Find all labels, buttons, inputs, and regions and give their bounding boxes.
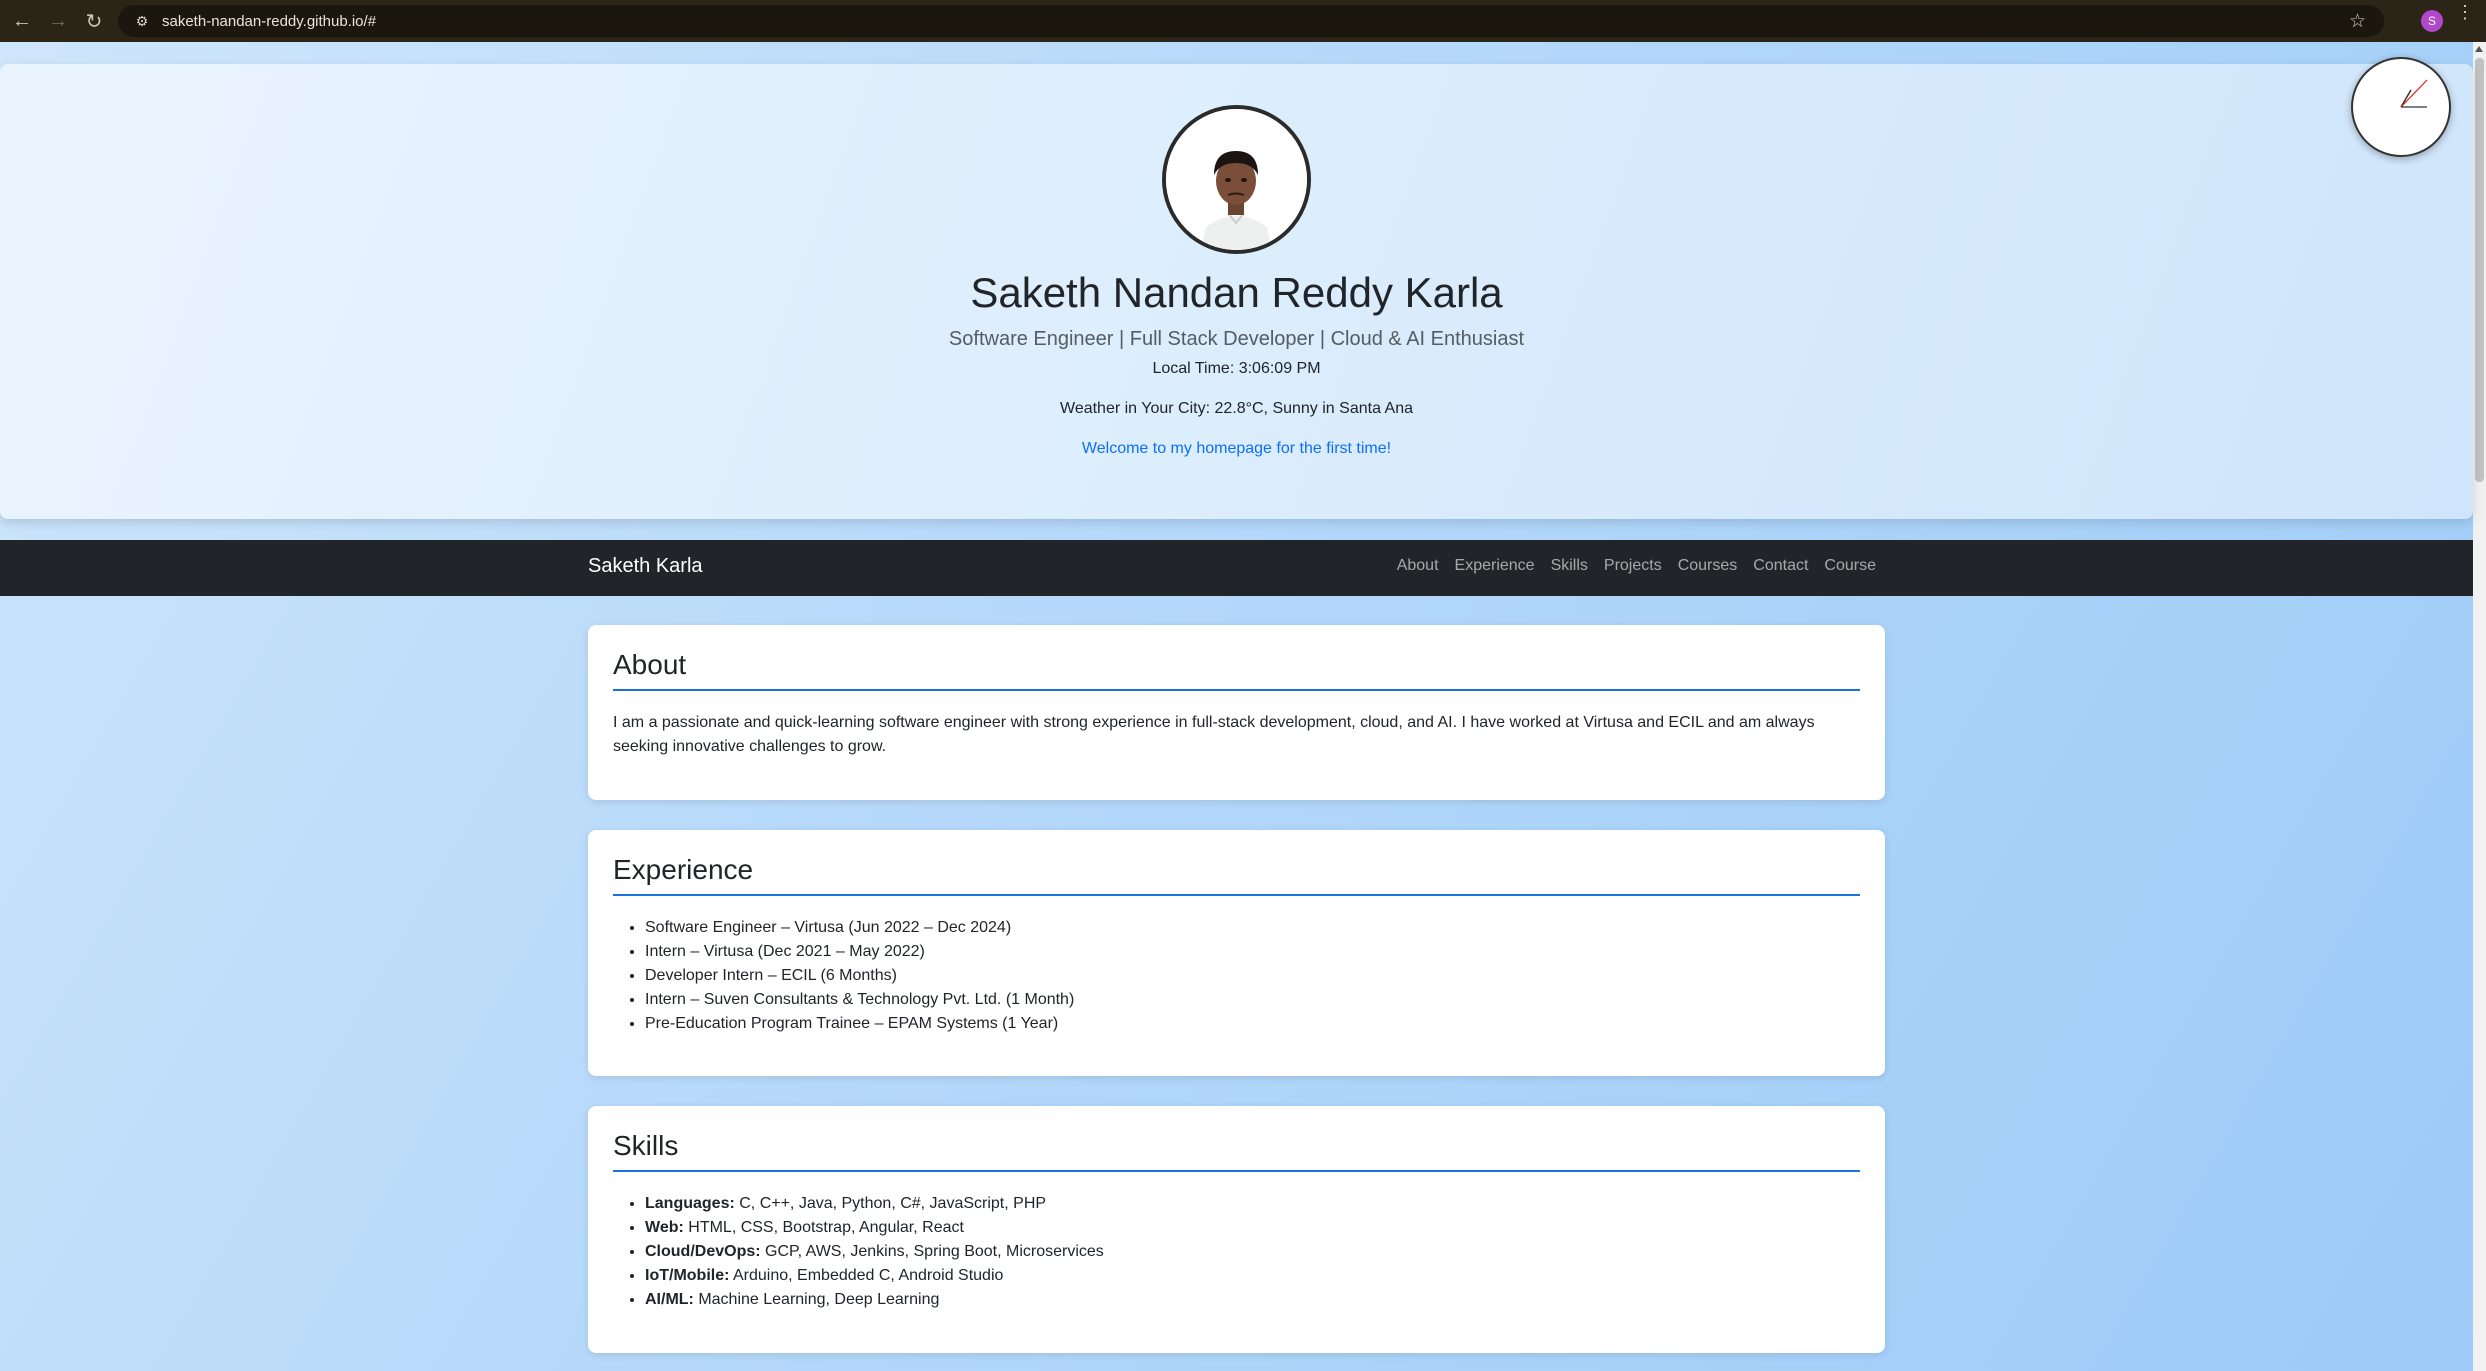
skills-section: Skills Languages: C, C++, Java, Python, … — [588, 1106, 1885, 1353]
clock-second-hand — [2400, 79, 2428, 108]
reload-icon[interactable]: ↻ — [76, 3, 112, 39]
skill-values: HTML, CSS, Bootstrap, Angular, React — [683, 1219, 964, 1236]
experience-section: Experience Software Engineer – Virtusa (… — [588, 830, 1885, 1076]
address-bar[interactable]: ⚙ saketh-nandan-reddy.github.io/# ☆ — [118, 5, 2384, 37]
list-item: IoT/Mobile: Arduino, Embedded C, Android… — [645, 1264, 1860, 1288]
nav-link-contact[interactable]: Contact — [1753, 557, 1808, 575]
list-item: Intern – Suven Consultants & Technology … — [645, 988, 1860, 1012]
page-scrollbar[interactable] — [2473, 42, 2486, 1371]
nav-link-skills[interactable]: Skills — [1551, 557, 1588, 575]
skills-heading: Skills — [613, 1130, 1860, 1172]
skills-list: Languages: C, C++, Java, Python, C#, Jav… — [613, 1192, 1860, 1312]
profile-header: Saketh Nandan Reddy Karla Software Engin… — [0, 64, 2473, 519]
about-heading: About — [613, 649, 1860, 691]
experience-heading: Experience — [613, 854, 1860, 896]
profile-avatar[interactable]: S — [2421, 10, 2443, 32]
list-item: Cloud/DevOps: GCP, AWS, Jenkins, Spring … — [645, 1240, 1860, 1264]
list-item: AI/ML: Machine Learning, Deep Learning — [645, 1288, 1860, 1312]
skill-values: GCP, AWS, Jenkins, Spring Boot, Microser… — [760, 1243, 1104, 1260]
browser-menu-icon[interactable]: ⋮ — [2456, 3, 2474, 21]
tagline: Software Engineer | Full Stack Developer… — [948, 328, 1525, 350]
skill-category: Languages: — [645, 1195, 735, 1212]
nav-link-experience[interactable]: Experience — [1455, 557, 1535, 575]
skill-values: Arduino, Embedded C, Android Studio — [729, 1267, 1004, 1284]
list-item: Software Engineer – Virtusa (Jun 2022 – … — [645, 916, 1860, 940]
browser-toolbar: ← → ↻ ⚙ saketh-nandan-reddy.github.io/# … — [0, 0, 2486, 42]
nav-links: About Experience Skills Projects Courses… — [1381, 557, 1876, 575]
list-item: Web: HTML, CSS, Bootstrap, Angular, Reac… — [645, 1216, 1860, 1240]
list-item: Pre-Education Program Trainee – EPAM Sys… — [645, 1012, 1860, 1036]
skill-category: Web: — [645, 1219, 684, 1236]
skill-category: Cloud/DevOps: — [645, 1243, 761, 1260]
welcome-message: Welcome to my homepage for the first tim… — [1081, 440, 1392, 457]
url-text[interactable]: saketh-nandan-reddy.github.io/# — [162, 13, 376, 30]
experience-list: Software Engineer – Virtusa (Jun 2022 – … — [613, 916, 1860, 1036]
nav-link-courses[interactable]: Courses — [1678, 557, 1738, 575]
profile-photo — [1162, 105, 1311, 254]
nav-link-course[interactable]: Course — [1824, 557, 1876, 575]
skill-values: Machine Learning, Deep Learning — [693, 1291, 940, 1308]
analog-clock — [2351, 57, 2451, 157]
weather-info: Weather in Your City: 22.8°C, Sunny in S… — [1060, 400, 1413, 417]
site-settings-icon[interactable]: ⚙ — [132, 11, 152, 31]
forward-icon[interactable]: → — [40, 3, 76, 39]
list-item: Developer Intern – ECIL (6 Months) — [645, 964, 1860, 988]
nav-link-projects[interactable]: Projects — [1604, 557, 1662, 575]
skill-category: IoT/Mobile: — [645, 1267, 730, 1284]
navbar-brand[interactable]: Saketh Karla — [588, 555, 703, 578]
about-section: About I am a passionate and quick-learni… — [588, 625, 1885, 800]
about-text: I am a passionate and quick-learning sof… — [613, 714, 1815, 755]
local-time: Local Time: 3:06:09 PM — [1152, 360, 1321, 377]
site-navbar: Saketh Karla About Experience Skills Pro… — [0, 540, 2473, 596]
list-item: Intern – Virtusa (Dec 2021 – May 2022) — [645, 940, 1860, 964]
skill-category: AI/ML: — [645, 1291, 694, 1308]
skill-values: C, C++, Java, Python, C#, JavaScript, PH… — [734, 1195, 1047, 1212]
scrollbar-thumb[interactable] — [2475, 58, 2484, 482]
list-item: Languages: C, C++, Java, Python, C#, Jav… — [645, 1192, 1860, 1216]
back-icon[interactable]: ← — [4, 3, 40, 39]
scroll-up-arrow-icon[interactable] — [2475, 46, 2483, 52]
nav-link-about[interactable]: About — [1397, 557, 1439, 575]
page-title: Saketh Nandan Reddy Karla — [970, 269, 1503, 316]
bookmark-star-icon[interactable]: ☆ — [2349, 10, 2366, 33]
